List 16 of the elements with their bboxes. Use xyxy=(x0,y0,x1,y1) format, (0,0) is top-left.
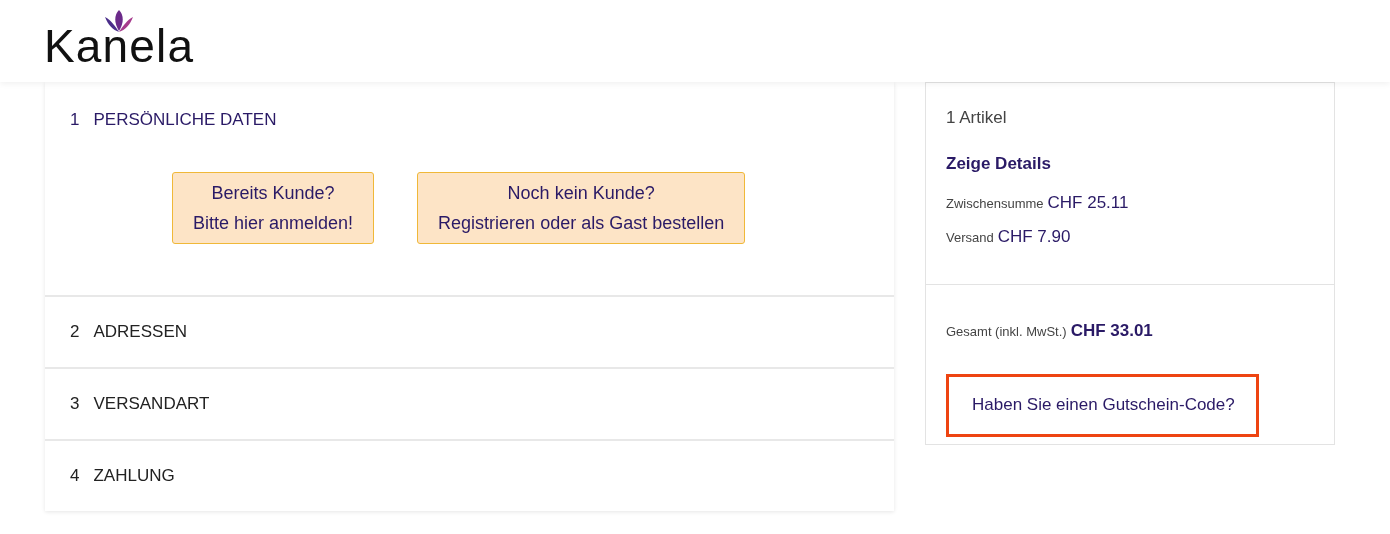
summary-label: Versand xyxy=(946,228,994,247)
summary-label: Zwischensumme xyxy=(946,195,1044,213)
step-heading[interactable]: 1 PERSÖNLICHE DATEN xyxy=(70,107,869,133)
summary-value: CHF 7.90 xyxy=(997,225,1071,248)
item-count: 1 Artikel xyxy=(946,107,1008,129)
summary-value: CHF 25.11 xyxy=(1047,192,1129,214)
details-link[interactable]: Zeige Details xyxy=(946,150,1314,176)
total-label: Gesamt (inkl. MwSt.) xyxy=(946,323,1067,341)
option-button[interactable]: Noch kein Kunde? Registrieren oder als Gast bestellen xyxy=(417,171,746,244)
step-heading[interactable]: 2 ADRESSEN xyxy=(70,319,187,345)
total-value: CHF 33.01 xyxy=(1070,320,1153,342)
step-heading[interactable]: 3 VERSANDART xyxy=(70,391,210,417)
step-heading[interactable]: 4 ZAHLUNG xyxy=(70,463,175,489)
coupon-link[interactable]: Haben Sie einen Gutschein-Code? xyxy=(946,373,1259,437)
option-button[interactable]: Bereits Kunde? Bitte hier anmelden! xyxy=(172,171,375,244)
logo[interactable]: Kanela xyxy=(44,20,195,72)
